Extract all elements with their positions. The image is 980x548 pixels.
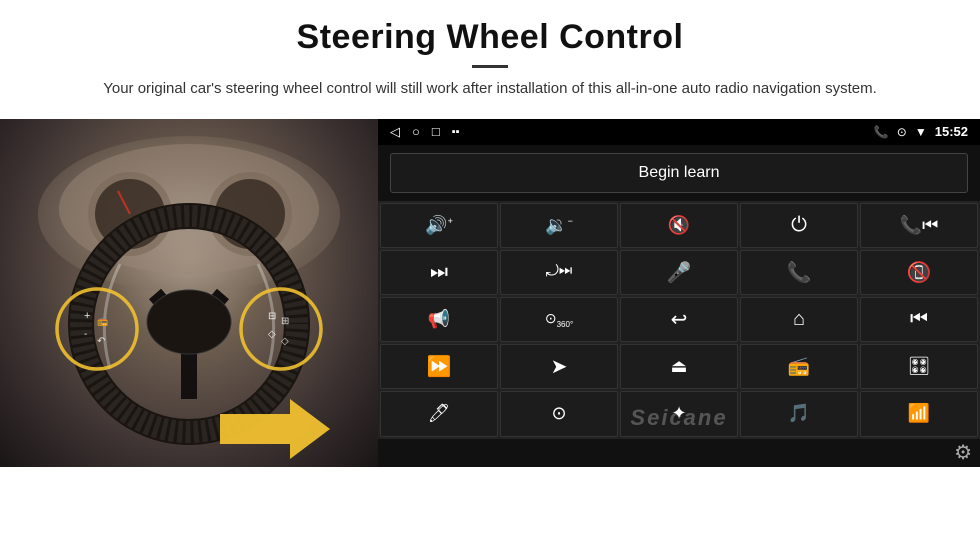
home-button[interactable]: ⌂ [740, 297, 858, 342]
vol-down-icon: 🔉− [545, 215, 573, 236]
status-icons-left: ◁ ○ □ ▪▪ [390, 124, 460, 140]
fast-forward-icon: ⏩ [427, 354, 452, 379]
forward-back-icon: ⤾⏭ [546, 263, 573, 281]
home-circle-icon[interactable]: ○ [412, 124, 420, 139]
recents-icon[interactable]: □ [432, 124, 440, 139]
back-icon: ↩ [671, 307, 688, 332]
prev-chapter-icon: ⏮ [910, 308, 928, 331]
control-grid: 🔊+ 🔉− 🔇 ⏻ 📞⏮ ⏭ [378, 201, 980, 439]
music-button[interactable]: 🎵 [740, 391, 858, 436]
back-button[interactable]: ↩ [620, 297, 738, 342]
svg-text:⊟: ⊟ [268, 311, 276, 322]
navigate-button[interactable]: ➤ [500, 344, 618, 389]
bluetooth-button[interactable]: ✦ [620, 391, 738, 436]
speaker-icon: 📢 [428, 309, 450, 330]
eject-button[interactable]: ⏏ [620, 344, 738, 389]
status-time: 15:52 [935, 124, 968, 139]
svg-text:◇: ◇ [268, 329, 276, 340]
svg-text:⊞: ⊞ [281, 316, 289, 327]
prev-track-icon: 📞⏮ [900, 215, 939, 236]
svg-text:+: + [84, 310, 90, 322]
mic-icon: 🎤 [667, 260, 692, 285]
music-icon: 🎵 [788, 403, 810, 424]
360-cam-icon: ⊙360° [545, 310, 573, 329]
begin-learn-row: Begin learn [378, 145, 980, 201]
mic2-icon: 🖊 [428, 403, 451, 424]
fast-forward-button[interactable]: ⏩ [380, 344, 498, 389]
page-container: Steering Wheel Control Your original car… [0, 0, 980, 548]
settings-dot-button[interactable]: ⊙ [500, 391, 618, 436]
equalizer-icon: 🎛 [908, 356, 931, 377]
android-panel: ◁ ○ □ ▪▪ 📞 ⊙ ▼ 15:52 Begin learn [378, 119, 980, 467]
speaker-button[interactable]: 📢 [380, 297, 498, 342]
navigate-icon: ➤ [551, 354, 568, 379]
vol-up-icon: 🔊+ [425, 215, 453, 236]
phone-status-icon: 📞 [874, 125, 889, 139]
forward-back-button[interactable]: ⤾⏭ [500, 250, 618, 295]
steering-wheel-svg: + - 📻 ↶ ⊟ ◇ ⊞ ◇ [0, 119, 378, 467]
waveform-icon: 📶 [908, 403, 930, 424]
mic2-button[interactable]: 🖊 [380, 391, 498, 436]
header-section: Steering Wheel Control Your original car… [0, 0, 980, 109]
vol-mute-button[interactable]: 🔇 [620, 203, 738, 248]
settings-gear-button[interactable]: ⚙ [954, 440, 972, 465]
prev-chapter-button[interactable]: ⏮ [860, 297, 978, 342]
prev-track-button[interactable]: 📞⏮ [860, 203, 978, 248]
wifi-status-icon: ▼ [915, 125, 927, 139]
title-divider [472, 65, 508, 68]
eject-icon: ⏏ [670, 356, 687, 377]
status-icons-right: 📞 ⊙ ▼ 15:52 [874, 124, 968, 139]
skip-next-button[interactable]: ⏭ [380, 250, 498, 295]
radio-button[interactable]: 📻 [740, 344, 858, 389]
vol-up-button[interactable]: 🔊+ [380, 203, 498, 248]
svg-text:↶: ↶ [97, 336, 105, 347]
360-cam-button[interactable]: ⊙360° [500, 297, 618, 342]
subtitle-text: Your original car's steering wheel contr… [80, 78, 900, 101]
svg-text:📻: 📻 [97, 316, 108, 326]
battery-signal-icon: ▪▪ [452, 126, 460, 138]
phone-icon: 📞 [787, 260, 812, 285]
power-icon: ⏻ [791, 214, 807, 237]
bluetooth-icon: ✦ [671, 403, 686, 424]
settings-area: ⚙ [378, 439, 980, 467]
content-row: + - 📻 ↶ ⊟ ◇ ⊞ ◇ ◁ ○ [0, 119, 980, 467]
phone-button[interactable]: 📞 [740, 250, 858, 295]
android-panel-wrapper: ◁ ○ □ ▪▪ 📞 ⊙ ▼ 15:52 Begin learn [378, 119, 980, 467]
mic-button[interactable]: 🎤 [620, 250, 738, 295]
steering-wheel-panel: + - 📻 ↶ ⊟ ◇ ⊞ ◇ [0, 119, 378, 467]
skip-next-icon: ⏭ [430, 261, 448, 284]
location-status-icon: ⊙ [897, 125, 907, 139]
equalizer-button[interactable]: 🎛 [860, 344, 978, 389]
svg-text:-: - [84, 329, 87, 340]
page-title: Steering Wheel Control [40, 18, 940, 57]
hang-up-icon: 📵 [907, 260, 932, 285]
back-arrow-icon[interactable]: ◁ [390, 124, 400, 140]
radio-icon: 📻 [788, 356, 810, 377]
vol-mute-icon: 🔇 [668, 215, 690, 236]
power-button[interactable]: ⏻ [740, 203, 858, 248]
svg-text:◇: ◇ [281, 336, 289, 347]
settings-dot-icon: ⊙ [551, 403, 566, 424]
begin-learn-button[interactable]: Begin learn [390, 153, 968, 193]
waveform-button[interactable]: 📶 [860, 391, 978, 436]
home-icon: ⌂ [793, 308, 805, 331]
hang-up-button[interactable]: 📵 [860, 250, 978, 295]
vol-down-button[interactable]: 🔉− [500, 203, 618, 248]
status-bar: ◁ ○ □ ▪▪ 📞 ⊙ ▼ 15:52 [378, 119, 980, 145]
